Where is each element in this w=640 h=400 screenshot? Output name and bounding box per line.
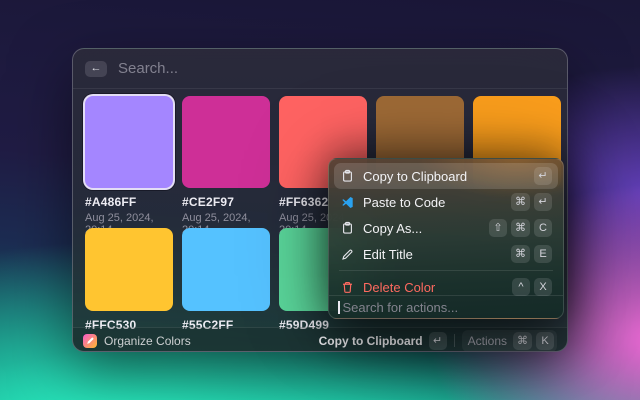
shortcut-keys: ⌘ ↵ bbox=[511, 193, 552, 211]
return-key-badge: ↵ bbox=[429, 332, 447, 350]
color-card[interactable]: #FFC530 bbox=[85, 228, 173, 332]
menu-item-edit-title[interactable]: Edit Title ⌘ E bbox=[334, 241, 558, 267]
k-key-badge: K bbox=[536, 332, 554, 350]
color-hex-label: #CE2F97 bbox=[182, 195, 270, 209]
key-badge: ⌘ bbox=[511, 245, 530, 263]
footer-actions: Copy to Clipboard ↵ Actions ⌘ K bbox=[319, 330, 557, 352]
color-swatch[interactable] bbox=[182, 96, 270, 188]
search-input[interactable]: Search... bbox=[118, 60, 178, 77]
key-badge: ⌘ bbox=[511, 193, 530, 211]
menu-item-label: Paste to Code bbox=[363, 195, 502, 210]
color-hex-label: #A486FF bbox=[85, 195, 173, 209]
clipboard-icon bbox=[340, 221, 354, 235]
actions-label: Actions bbox=[468, 334, 507, 348]
key-badge: C bbox=[534, 219, 552, 237]
footer-divider bbox=[454, 334, 455, 347]
color-card[interactable]: #55C2FF bbox=[182, 228, 270, 332]
text-caret bbox=[338, 301, 340, 314]
shortcut-keys: ⌘ E bbox=[511, 245, 552, 263]
organize-colors-app-icon bbox=[83, 334, 97, 348]
back-button[interactable]: ← bbox=[85, 61, 107, 77]
app-name: Organize Colors bbox=[104, 334, 191, 348]
action-context-menu: Copy to Clipboard ↵ Paste to Code ⌘ ↵ Co… bbox=[328, 158, 564, 319]
actions-search-placeholder: Search for actions... bbox=[343, 300, 459, 315]
color-card[interactable]: #A486FF Aug 25, 2024, 20:14 bbox=[85, 96, 173, 236]
menu-item-paste-to-code[interactable]: Paste to Code ⌘ ↵ bbox=[334, 189, 558, 215]
menu-item-copy-to-clipboard[interactable]: Copy to Clipboard ↵ bbox=[334, 163, 558, 189]
arrow-left-icon: ← bbox=[91, 63, 102, 74]
clipboard-icon bbox=[340, 169, 354, 183]
menu-item-label: Delete Color bbox=[363, 280, 503, 295]
color-swatch-selected[interactable] bbox=[85, 96, 173, 188]
cmd-key-badge: ⌘ bbox=[513, 332, 532, 350]
primary-action-button[interactable]: Copy to Clipboard ↵ bbox=[319, 332, 447, 350]
key-badge: ^ bbox=[512, 278, 530, 296]
pencil-icon bbox=[340, 247, 354, 261]
actions-menu-button[interactable]: Actions ⌘ K bbox=[462, 330, 557, 352]
shortcut-keys: ⇧ ⌘ C bbox=[489, 219, 552, 237]
menu-item-copy-as[interactable]: Copy As... ⇧ ⌘ C bbox=[334, 215, 558, 241]
color-swatch[interactable] bbox=[182, 228, 270, 311]
shortcut-keys: ^ X bbox=[512, 278, 552, 296]
actions-search-input[interactable]: Search for actions... bbox=[329, 295, 563, 318]
key-badge: E bbox=[534, 245, 552, 263]
key-badge: ↵ bbox=[534, 193, 552, 211]
key-badge: ⇧ bbox=[489, 219, 507, 237]
search-header: ← Search... bbox=[73, 49, 567, 89]
menu-item-label: Copy As... bbox=[363, 221, 480, 236]
menu-separator bbox=[339, 270, 553, 271]
pen-icon bbox=[85, 336, 95, 346]
shortcut-keys: ↵ bbox=[534, 167, 552, 185]
status-bar: Organize Colors Copy to Clipboard ↵ Acti… bbox=[73, 327, 567, 352]
swatch-row-2: #FFC530 #55C2FF #59D499 bbox=[85, 228, 367, 332]
menu-item-label: Edit Title bbox=[363, 247, 502, 262]
trash-icon bbox=[340, 280, 354, 294]
vscode-icon bbox=[340, 195, 354, 209]
key-badge: X bbox=[534, 278, 552, 296]
key-badge: ↵ bbox=[534, 167, 552, 185]
menu-item-label: Copy to Clipboard bbox=[363, 169, 525, 184]
app-chip[interactable]: Organize Colors bbox=[83, 334, 191, 348]
color-swatch[interactable] bbox=[85, 228, 173, 311]
primary-action-label: Copy to Clipboard bbox=[319, 334, 423, 348]
color-card[interactable]: #CE2F97 Aug 25, 2024, 20:14 bbox=[182, 96, 270, 236]
key-badge: ⌘ bbox=[511, 219, 530, 237]
